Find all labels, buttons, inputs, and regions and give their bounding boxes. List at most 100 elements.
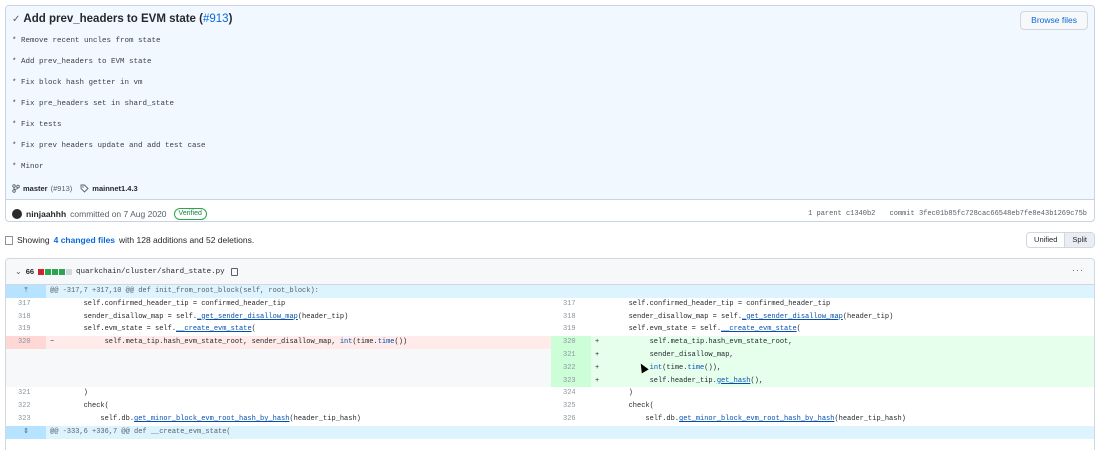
line-number[interactable]: 318 [6, 311, 46, 324]
line-number[interactable]: 318 [551, 311, 591, 324]
empty-line [46, 348, 551, 362]
unified-button[interactable]: Unified [1027, 233, 1066, 247]
hunk-text: @@ -317,7 +317,10 @@ def init_from_root_… [50, 287, 319, 295]
file-diff: ⌄ 66 quarkchain/cluster/shard_state.py ·… [5, 258, 1095, 450]
table-row: 320− self.meta_tip.hash_evm_state_root, … [6, 336, 1094, 349]
empty-gutter [6, 374, 46, 388]
split-button[interactable]: Split [1065, 233, 1094, 247]
code-line: sender_disallow_map = self._get_sender_d… [50, 312, 349, 321]
diff-view-toggle: Unified Split [1026, 232, 1095, 248]
tag-name[interactable]: mainnet1.4.3 [92, 184, 137, 193]
commit-label: commit [889, 210, 915, 218]
table-row: 318 sender_disallow_map = self._get_send… [6, 311, 1094, 324]
file-path[interactable]: quarkchain/cluster/shard_state.py [76, 268, 225, 276]
line-number[interactable]: 322 [6, 400, 46, 413]
line-number[interactable]: 317 [551, 298, 591, 311]
diff-summary: Showing 4 changed files with 128 additio… [5, 235, 254, 245]
line-number[interactable]: 323 [6, 413, 46, 426]
author-name[interactable]: ninjaahhh [26, 209, 66, 219]
added-line: + sender_disallow_map, [591, 348, 1094, 362]
branch-row: master (#913) mainnet1.4.3 [12, 184, 138, 193]
empty-gutter [6, 348, 46, 362]
line-number[interactable]: 322 [551, 361, 591, 375]
code-line: self.confirmed_header_tip = confirmed_he… [50, 299, 286, 308]
description-line: * Add prev_headers to EVM state [12, 58, 152, 66]
line-number[interactable]: 319 [6, 323, 46, 336]
table-row: 323 + self.header_tip.get_hash(), [6, 374, 1094, 388]
commit-meta: ninjaahhh committed on 7 Aug 2020 Verifi… [12, 208, 207, 220]
line-number[interactable]: 326 [551, 413, 591, 426]
hunk-header: ⇕ @@ -333,6 +336,7 @@ def __create_evm_s… [6, 425, 1094, 439]
code-line: self.evm_state = self.__create_evm_state… [595, 325, 801, 334]
code-line: self.evm_state = self.__create_evm_state… [50, 325, 256, 334]
line-number[interactable]: 325 [551, 400, 591, 413]
code-line: ) [50, 389, 88, 398]
changes-count: 66 [25, 267, 35, 276]
pr-link[interactable]: #913 [203, 13, 229, 25]
table-row: 321 + sender_disallow_map, [6, 348, 1094, 362]
code-line: check( [595, 402, 654, 411]
deleted-line: − self.meta_tip.hash_evm_state_root, sen… [46, 336, 551, 349]
summary-prefix: Showing [17, 235, 50, 245]
added-line: + self.header_tip.get_hash(), [591, 374, 1094, 388]
commit-title-text: Add prev_headers to EVM state ( [23, 13, 203, 25]
empty-gutter [6, 361, 46, 375]
line-number[interactable]: 319 [551, 323, 591, 336]
description-line: * Fix pre_headers set in shard_state [12, 100, 175, 108]
commit-sha: 3fec01b85fc728cac66548eb7fe8e43b1269c75b [918, 210, 1087, 218]
line-number[interactable]: 321 [551, 348, 591, 362]
verified-badge[interactable]: Verified [173, 208, 207, 220]
parent-sha[interactable]: c1340b2 [846, 210, 875, 218]
branch-icon [12, 184, 20, 193]
parent-label: 1 parent [808, 210, 842, 218]
hunk-text: @@ -333,6 +336,7 @@ def __create_evm_sta… [50, 427, 231, 436]
code-line: self.db.get_minor_block_evm_root_hash_by… [595, 414, 906, 423]
code-line: check( [50, 402, 109, 411]
code-line: ) [595, 389, 633, 398]
tag-icon [80, 184, 89, 193]
branch-pr: (#913) [50, 184, 73, 193]
line-number[interactable]: 320 [6, 336, 46, 349]
description-line: * Fix tests [12, 121, 62, 129]
line-number[interactable]: 324 [551, 387, 591, 400]
summary-stats: with 128 additions and 52 deletions. [119, 235, 255, 245]
parent-info: 1 parent c1340b2 commit 3fec01b85fc728ca… [808, 210, 1087, 218]
code-line: self.confirmed_header_tip = confirmed_he… [595, 299, 831, 308]
added-line: + self.meta_tip.hash_evm_state_root, [591, 336, 1094, 349]
code-line: sender_disallow_map = self._get_sender_d… [595, 312, 894, 321]
empty-line [46, 374, 551, 388]
description-line: * Remove recent uncles from state [12, 37, 161, 45]
table-row: 321 ) 324 ) [6, 387, 1094, 400]
check-icon: ✓ [12, 14, 21, 25]
table-row: 323 self.db.get_minor_block_evm_root_has… [6, 413, 1094, 426]
commit-title: ✓ Add prev_headers to EVM state (#913) [12, 13, 232, 25]
line-number[interactable]: 321 [6, 387, 46, 400]
expand-both-icon[interactable]: ⇕ [6, 425, 46, 439]
copy-icon[interactable] [230, 267, 238, 276]
table-row: 317 self.confirmed_header_tip = confirme… [6, 298, 1094, 311]
diffstat [38, 268, 73, 275]
committed-date: committed on 7 Aug 2020 [70, 209, 167, 219]
branch-name[interactable]: master [23, 184, 48, 193]
line-number[interactable]: 320 [551, 336, 591, 349]
expand-up-icon[interactable]: ⤒ [6, 285, 46, 298]
line-number[interactable]: 323 [551, 374, 591, 388]
code-line: self.db.get_minor_block_evm_root_hash_by… [50, 414, 361, 423]
table-row: 322 + int(time.time()), [6, 361, 1094, 375]
diff-rows: ⤒ @@ -317,7 +317,10 @@ def init_from_roo… [6, 285, 1094, 439]
file-diff-icon [5, 235, 13, 245]
browse-files-button[interactable]: Browse files [1020, 11, 1088, 30]
file-header: ⌄ 66 quarkchain/cluster/shard_state.py ·… [6, 259, 1094, 285]
collapse-chevron-icon[interactable]: ⌄ [15, 267, 22, 276]
changed-files-link[interactable]: 4 changed files [54, 235, 115, 245]
commit-title-close: ) [228, 13, 233, 25]
line-number[interactable]: 317 [6, 298, 46, 311]
commit-box: ✓ Add prev_headers to EVM state (#913) Br… [5, 5, 1095, 222]
added-line: + int(time.time()), [591, 361, 1094, 375]
description-line: * Fix prev headers update and add test c… [12, 142, 206, 150]
description-line: * Fix block hash getter in vm [12, 79, 143, 87]
kebab-menu-icon[interactable]: ··· [1072, 265, 1084, 275]
empty-line [46, 361, 551, 375]
table-row: 322 check( 325 check( [6, 400, 1094, 413]
avatar[interactable] [12, 209, 22, 219]
